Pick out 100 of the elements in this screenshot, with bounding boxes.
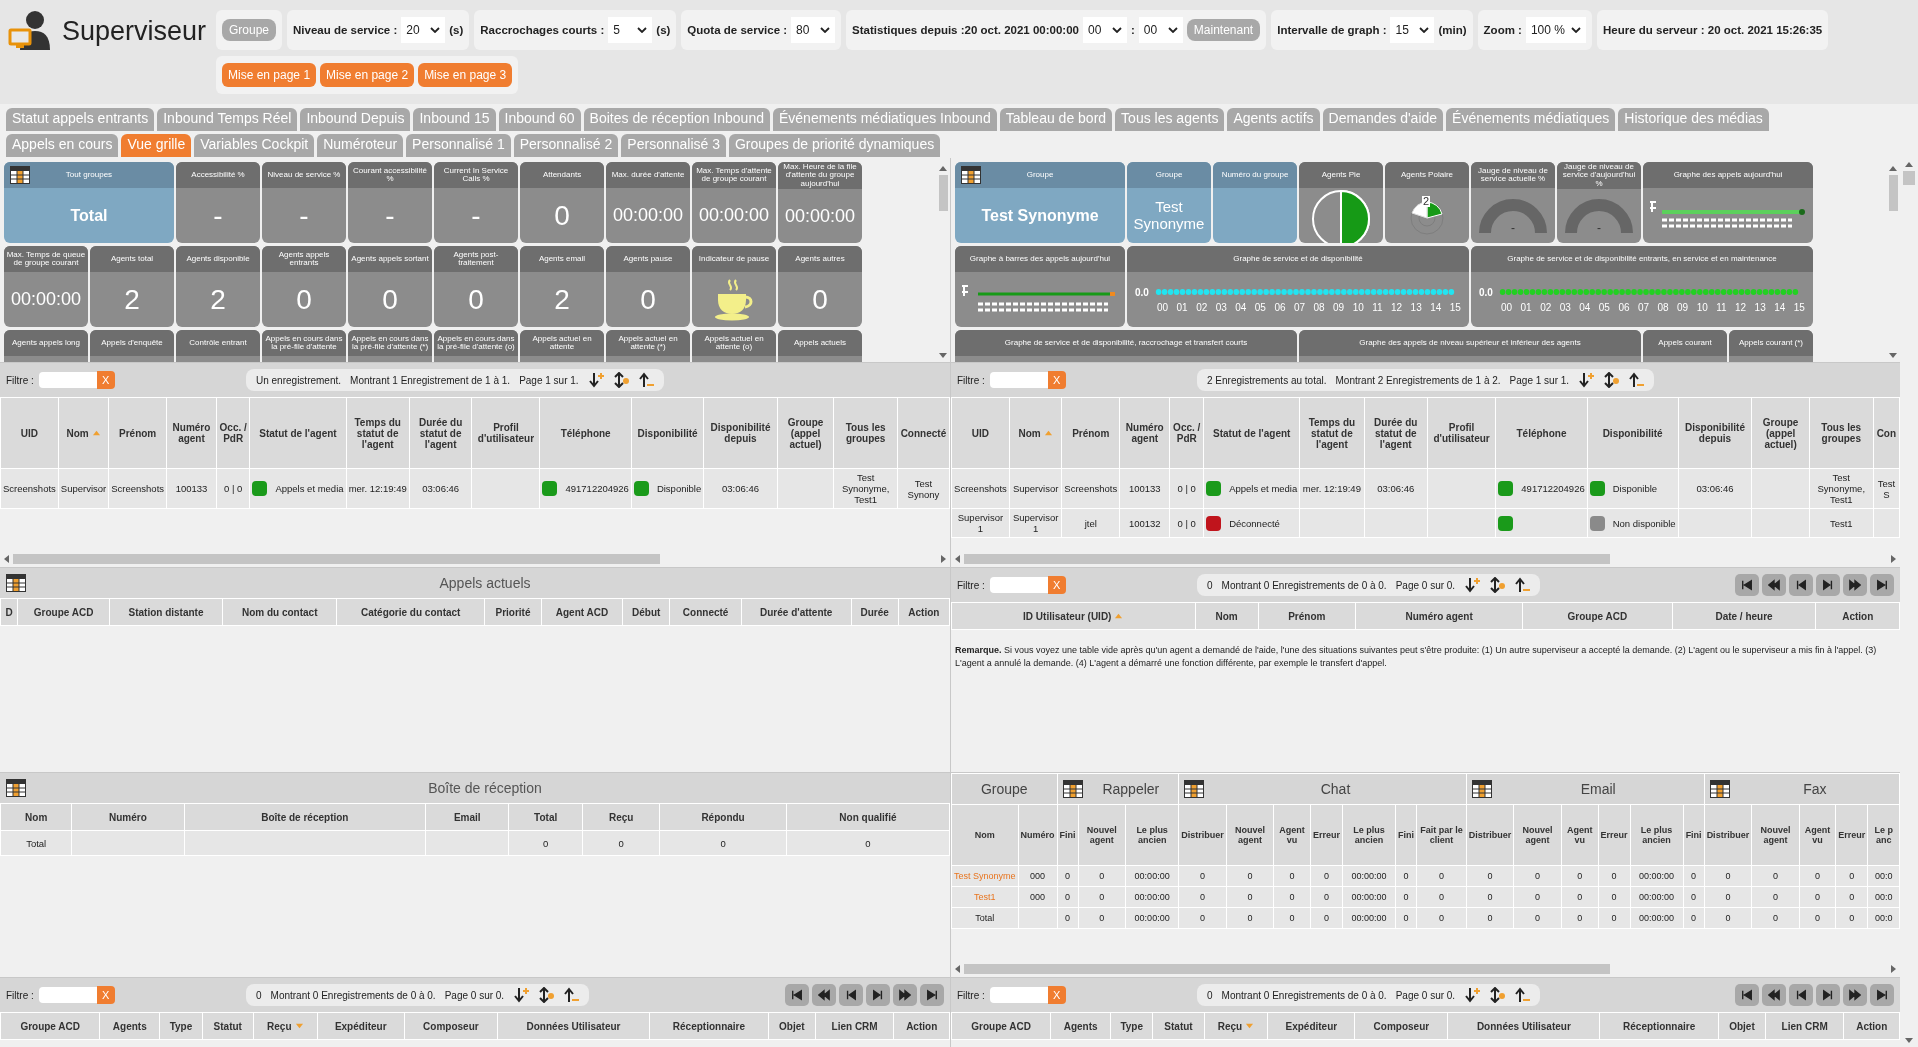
column-header[interactable]: Date / heure bbox=[1672, 602, 1816, 630]
column-header[interactable]: Con bbox=[1873, 397, 1900, 469]
filter-field[interactable] bbox=[989, 372, 1048, 388]
column-header[interactable]: Nom bbox=[1195, 602, 1258, 630]
column-header[interactable]: Agents bbox=[99, 1012, 160, 1040]
first-page-button[interactable] bbox=[785, 984, 809, 1006]
column-header[interactable]: Téléphone bbox=[1495, 397, 1588, 469]
sort-remove-icon[interactable] bbox=[1628, 372, 1645, 388]
sort-toggle-icon[interactable] bbox=[1603, 372, 1620, 388]
fast-forward-button[interactable] bbox=[893, 984, 917, 1006]
dropdown[interactable]: 100 % bbox=[1525, 17, 1586, 43]
filter-field[interactable] bbox=[989, 987, 1048, 1003]
column-header[interactable]: Nom bbox=[951, 804, 1019, 866]
fast-forward-button[interactable] bbox=[1843, 574, 1867, 596]
column-header[interactable]: Durée du statut de l'agent bbox=[1364, 397, 1428, 469]
column-header[interactable]: Occ. / PdR bbox=[1169, 397, 1204, 469]
column-header[interactable]: Le plus ancien bbox=[1630, 804, 1684, 866]
column-header[interactable]: UID bbox=[951, 397, 1010, 469]
column-header[interactable]: Fait par le client bbox=[1416, 804, 1467, 866]
column-header[interactable]: Numéro agent bbox=[1355, 602, 1523, 630]
sort-toggle-icon[interactable] bbox=[538, 987, 555, 1003]
dropdown[interactable]: 80 bbox=[791, 17, 836, 43]
column-header[interactable]: Temps du statut de l'agent bbox=[1299, 397, 1364, 469]
column-header[interactable]: Réceptionnaire bbox=[1599, 1012, 1719, 1040]
column-header[interactable]: Statut de l'agent bbox=[1203, 397, 1300, 469]
column-header[interactable]: Action bbox=[893, 1012, 950, 1040]
column-header[interactable]: Disponibilité bbox=[1587, 397, 1679, 469]
dropdown[interactable]: 15 bbox=[1390, 17, 1435, 43]
column-header[interactable]: Nouvel agent bbox=[1513, 804, 1562, 866]
column-header[interactable]: Groupe ACD bbox=[951, 1012, 1051, 1040]
column-header[interactable]: Objet bbox=[1718, 1012, 1766, 1040]
column-header[interactable]: Téléphone bbox=[540, 397, 632, 469]
column-header[interactable]: Nom bbox=[1009, 397, 1062, 469]
column-header[interactable]: Distribuer bbox=[1466, 804, 1514, 866]
last-page-button[interactable] bbox=[1870, 574, 1894, 596]
column-header[interactable]: Catégorie du contact bbox=[336, 598, 485, 626]
last-page-button[interactable] bbox=[1870, 984, 1894, 1006]
column-header[interactable]: Composeur bbox=[1354, 1012, 1448, 1040]
next-button[interactable] bbox=[866, 984, 890, 1006]
rewind-button[interactable] bbox=[1762, 984, 1786, 1006]
column-header[interactable]: Disponibilité depuis bbox=[1678, 397, 1752, 469]
previous-button[interactable] bbox=[839, 984, 863, 1006]
column-header[interactable]: Données Utilisateur bbox=[1447, 1012, 1600, 1040]
previous-button[interactable] bbox=[1789, 984, 1813, 1006]
column-header[interactable]: Nouvel agent bbox=[1078, 804, 1126, 866]
column-header[interactable]: Erreur bbox=[1835, 804, 1868, 866]
next-button[interactable] bbox=[1816, 574, 1840, 596]
column-header[interactable]: Lien CRM bbox=[1765, 1012, 1844, 1040]
column-header[interactable]: Non qualifié bbox=[786, 803, 950, 831]
first-page-button[interactable] bbox=[1735, 574, 1759, 596]
column-header[interactable]: Durée d'attente bbox=[741, 598, 852, 626]
column-header[interactable]: Répondu bbox=[659, 803, 787, 831]
sort-add-icon[interactable] bbox=[1578, 372, 1595, 388]
column-header[interactable]: Disponibilité bbox=[631, 397, 704, 469]
filter-field[interactable] bbox=[38, 372, 97, 388]
dropdown[interactable]: 00 bbox=[1138, 17, 1183, 43]
column-header[interactable]: Station distante bbox=[109, 598, 223, 626]
column-header[interactable]: Groupe ACD bbox=[1522, 602, 1673, 630]
sort-remove-icon[interactable] bbox=[1514, 577, 1531, 593]
column-header[interactable]: Lien CRM bbox=[815, 1012, 894, 1040]
sort-add-icon[interactable] bbox=[1464, 987, 1481, 1003]
column-header[interactable]: Nom bbox=[0, 803, 72, 831]
column-header[interactable]: Groupe (appel actuel) bbox=[777, 397, 834, 469]
column-header[interactable]: Expéditeur bbox=[1267, 1012, 1355, 1040]
column-header[interactable]: Action bbox=[1816, 602, 1900, 630]
column-header[interactable]: Temps du statut de l'agent bbox=[346, 397, 410, 469]
column-header[interactable]: Données Utilisateur bbox=[497, 1012, 650, 1040]
rewind-button[interactable] bbox=[1762, 574, 1786, 596]
last-page-button[interactable] bbox=[920, 984, 944, 1006]
fast-forward-button[interactable] bbox=[1843, 984, 1867, 1006]
column-header[interactable]: Connecté bbox=[897, 397, 950, 469]
sort-add-icon[interactable] bbox=[513, 987, 530, 1003]
column-header[interactable]: Nouvel agent bbox=[1751, 804, 1800, 866]
column-header[interactable]: Occ. / PdR bbox=[216, 397, 250, 469]
column-header[interactable]: Disponibilité depuis bbox=[703, 397, 778, 469]
filter-field[interactable] bbox=[38, 987, 97, 1003]
next-button[interactable] bbox=[1816, 984, 1840, 1006]
column-header[interactable]: Action bbox=[898, 598, 950, 626]
column-header[interactable]: Numéro agent bbox=[166, 397, 217, 469]
column-header[interactable]: Action bbox=[1843, 1012, 1900, 1040]
column-header[interactable]: UID bbox=[0, 397, 59, 469]
sort-toggle-icon[interactable] bbox=[612, 372, 629, 388]
sort-add-icon[interactable] bbox=[1464, 577, 1481, 593]
column-header[interactable]: Groupe (appel actuel) bbox=[1751, 397, 1810, 469]
column-header[interactable]: Le plus ancien bbox=[1125, 804, 1179, 866]
rewind-button[interactable] bbox=[812, 984, 836, 1006]
column-header[interactable]: Erreur bbox=[1598, 804, 1631, 866]
column-header[interactable]: Objet bbox=[768, 1012, 816, 1040]
column-header[interactable]: Connecté bbox=[669, 598, 742, 626]
first-page-button[interactable] bbox=[1735, 984, 1759, 1006]
sort-remove-icon[interactable] bbox=[637, 372, 654, 388]
column-header[interactable]: Groupe ACD bbox=[17, 598, 110, 626]
column-header[interactable]: Le plus ancien bbox=[1342, 804, 1396, 866]
column-header[interactable]: Statut bbox=[1152, 1012, 1205, 1040]
column-header[interactable]: Prénom bbox=[108, 397, 167, 469]
column-header[interactable]: Agent ACD bbox=[541, 598, 623, 626]
column-header[interactable]: Email bbox=[425, 803, 509, 831]
column-header[interactable]: Distribuer bbox=[1178, 804, 1227, 866]
column-header[interactable]: Prénom bbox=[1061, 397, 1120, 469]
column-header[interactable]: Profil d'utilisateur bbox=[471, 397, 540, 469]
